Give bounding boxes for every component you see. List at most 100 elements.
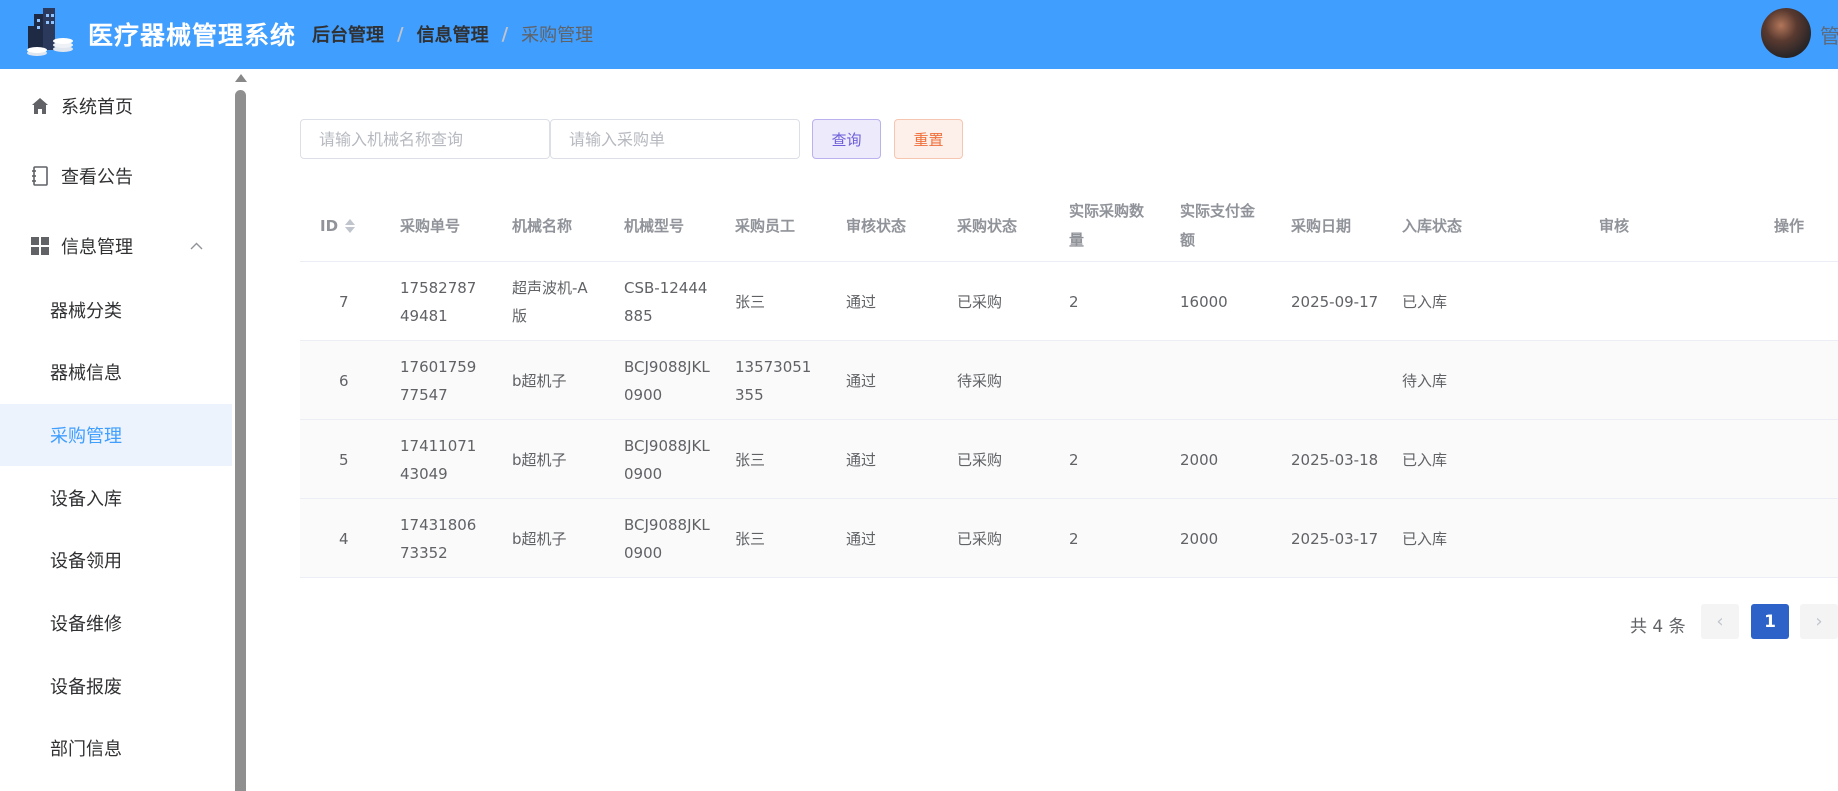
table-row: 5 1741107143049 b超机子 BCJ9088JKL0900 张三 通… [300, 420, 1838, 499]
cell-device-name: b超机子 [512, 371, 567, 390]
cell-device-model: BCJ9088JKL0900 [624, 515, 710, 562]
cell-staff: 张三 [735, 292, 766, 311]
sort-icon[interactable] [345, 219, 356, 233]
cell-stock-status: 已入库 [1402, 529, 1448, 548]
cell-device-name: 超声波机-A版 [512, 278, 588, 325]
column-header-device-model: 机械型号 [624, 216, 685, 235]
column-header-id[interactable]: ID [320, 190, 356, 262]
cell-id: 7 [339, 292, 349, 311]
column-header-actual-amount: 实际支付金额 [1180, 202, 1256, 249]
column-header-staff: 采购员工 [735, 216, 796, 235]
chevron-up-icon [190, 239, 203, 254]
cell-purchase-status: 已采购 [957, 529, 1003, 548]
sidebar-subitem-purchase[interactable]: 采购管理 [0, 404, 232, 466]
table-header: ID 采购单号 机械名称 机械型号 采购员工 审核状态 采购状态 实际采购数量 … [300, 190, 1838, 262]
sidebar-scrollbar-thumb[interactable] [235, 90, 246, 791]
cell-actual-qty: 2 [1069, 450, 1079, 469]
cell-device-model: CSB-12444885 [624, 278, 708, 325]
sidebar-subitem-scrap[interactable]: 设备报废 [0, 655, 232, 717]
breadcrumb-item-info[interactable]: 信息管理 [417, 21, 489, 47]
sidebar-item-info-management[interactable]: 信息管理 [0, 215, 232, 277]
cell-device-name: b超机子 [512, 529, 567, 548]
chevron-right-icon: › [1815, 611, 1823, 632]
cell-stock-status: 已入库 [1402, 292, 1448, 311]
sidebar-subitem-label: 器械分类 [50, 301, 122, 322]
cell-stock-status: 已入库 [1402, 450, 1448, 469]
sidebar-subitem-department[interactable]: 部门信息 [0, 717, 232, 779]
cell-audit-status: 通过 [846, 450, 877, 469]
sidebar-item-label: 查看公告 [61, 167, 133, 188]
query-button[interactable]: 查询 [812, 119, 881, 159]
column-header-order-no: 采购单号 [400, 216, 461, 235]
cell-staff: 张三 [735, 450, 766, 469]
sidebar-subitem-label: 器械信息 [50, 363, 122, 384]
cell-device-name: b超机子 [512, 450, 567, 469]
column-header-audit: 审核 [1599, 216, 1630, 235]
sidebar-subitem-label: 设备入库 [50, 489, 122, 510]
column-header-device-name: 机械名称 [512, 216, 573, 235]
table-row: 6 1760175977547 b超机子 BCJ9088JKL0900 1357… [300, 341, 1838, 420]
cell-purchase-status: 已采购 [957, 450, 1003, 469]
cell-actual-amount: 2000 [1180, 450, 1219, 469]
cell-order-no: 1758278749481 [400, 278, 477, 325]
column-header-actual-qty: 实际采购数量 [1069, 202, 1145, 249]
cell-order-no: 1760175977547 [400, 357, 477, 404]
user-name[interactable]: 管 [1820, 20, 1838, 49]
column-header-purchase-status: 采购状态 [957, 216, 1018, 235]
home-icon [30, 96, 50, 116]
next-page-button[interactable]: › [1800, 604, 1838, 639]
cell-device-model: BCJ9088JKL0900 [624, 357, 710, 404]
breadcrumb: 后台管理 / 信息管理 / 采购管理 [312, 21, 593, 47]
sidebar-item-home[interactable]: 系统首页 [0, 75, 232, 137]
cell-id: 6 [339, 371, 349, 390]
purchase-order-search-input[interactable] [550, 119, 800, 159]
cell-order-no: 1743180673352 [400, 515, 477, 562]
sidebar-item-announcement[interactable]: 查看公告 [0, 145, 232, 207]
grid-icon [30, 236, 50, 256]
cell-purchase-date: 2025-09-17 [1291, 292, 1379, 311]
cell-purchase-status: 已采购 [957, 292, 1003, 311]
cell-actual-qty: 2 [1069, 292, 1079, 311]
cell-purchase-date: 2025-03-17 [1291, 529, 1379, 548]
device-name-search-input[interactable] [300, 119, 550, 159]
table-row: 7 1758278749481 超声波机-A版 CSB-12444885 张三 … [300, 262, 1838, 341]
breadcrumb-separator: / [501, 23, 509, 45]
sidebar-subitem-label: 采购管理 [50, 426, 122, 447]
sidebar-subitem-label: 设备领用 [50, 551, 122, 572]
sidebar-subitem-stock-in[interactable]: 设备入库 [0, 467, 232, 529]
notebook-icon [30, 166, 50, 186]
cell-order-no: 1741107143049 [400, 436, 477, 483]
app-title: 医疗器械管理系统 [88, 21, 297, 50]
hospital-logo-icon [27, 8, 73, 56]
chevron-left-icon: ‹ [1716, 611, 1724, 632]
cell-staff: 13573051355 [735, 357, 812, 404]
reset-button[interactable]: 重置 [894, 119, 963, 159]
sidebar-subitem-label: 设备报废 [50, 677, 122, 698]
column-header-actions: 操作 [1774, 216, 1805, 235]
cell-audit-status: 通过 [846, 292, 877, 311]
top-header: 医疗器械管理系统 后台管理 / 信息管理 / 采购管理 管 [0, 0, 1838, 69]
sidebar-item-label: 信息管理 [61, 237, 133, 258]
cell-purchase-date: 2025-03-18 [1291, 450, 1379, 469]
sidebar-subitem-device-info[interactable]: 器械信息 [0, 341, 232, 403]
sidebar-subitem-label: 部门信息 [50, 739, 122, 760]
column-header-audit-status: 审核状态 [846, 216, 907, 235]
column-header-label: ID [320, 216, 339, 235]
sidebar-item-label: 系统首页 [61, 97, 133, 118]
cell-stock-status: 待入库 [1402, 371, 1448, 390]
breadcrumb-item-backend[interactable]: 后台管理 [312, 21, 384, 47]
sidebar-subitem-repair[interactable]: 设备维修 [0, 592, 232, 654]
table-row: 4 1743180673352 b超机子 BCJ9088JKL0900 张三 通… [300, 499, 1838, 578]
cell-id: 5 [339, 450, 349, 469]
pagination-total: 共 4 条 [1630, 617, 1686, 637]
sidebar-subitem-receive[interactable]: 设备领用 [0, 529, 232, 591]
avatar[interactable] [1761, 8, 1811, 58]
sidebar-subitem-category[interactable]: 器械分类 [0, 279, 232, 341]
page-number-button[interactable]: 1 [1751, 604, 1789, 639]
scroll-up-arrow-icon[interactable] [235, 74, 247, 82]
cell-actual-amount: 16000 [1180, 292, 1228, 311]
cell-actual-qty: 2 [1069, 529, 1079, 548]
prev-page-button[interactable]: ‹ [1701, 604, 1739, 639]
column-header-purchase-date: 采购日期 [1291, 216, 1352, 235]
breadcrumb-separator: / [397, 23, 404, 45]
